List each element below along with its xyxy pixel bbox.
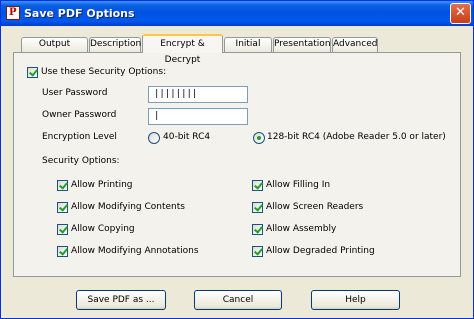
security-options-heading: Security Options: [42,156,120,166]
tab-presentation[interactable]: Presentation [273,37,331,52]
cancel-button[interactable]: Cancel [194,290,282,310]
help-button[interactable]: Help [311,290,400,310]
allow-filling-in-label: Allow Filling In [266,180,331,190]
allow-modifying-contents-label: Allow Modifying Contents [71,202,185,212]
allow-assembly-checkbox[interactable] [252,224,263,235]
radio-40-bit-label: 40-bit RC4 [163,132,211,142]
tab-description[interactable]: Description [89,37,141,52]
close-icon[interactable]: ✕ [450,3,471,24]
allow-copying-label: Allow Copying [71,224,135,234]
save-pdf-as-button[interactable]: Save PDF as ... [76,290,166,310]
save-pdf-options-dialog: P Save PDF Options ✕ Output Options Desc… [0,0,474,319]
encryption-level-label: Encryption Level [42,132,117,142]
allow-modifying-annotations-label: Allow Modifying Annotations [71,246,199,256]
radio-128-bit[interactable] [253,132,265,144]
user-password-field[interactable]: |||||||| [148,86,248,103]
allow-copying-checkbox[interactable] [57,224,68,235]
allow-degraded-printing-label: Allow Degraded Printing [266,246,375,256]
allow-screen-readers-label: Allow Screen Readers [266,202,364,212]
allow-printing-label: Allow Printing [71,180,133,190]
allow-printing-checkbox[interactable] [57,180,68,191]
tab-encrypt-decrypt[interactable]: Encrypt & Decrypt [142,34,223,65]
tab-output-options[interactable]: Output Options [21,37,88,62]
use-security-options-checkbox[interactable] [27,67,38,78]
allow-modifying-contents-checkbox[interactable] [57,202,68,213]
use-security-options-label: Use these Security Options: [41,67,167,77]
tab-initial-view[interactable]: Initial View [224,37,272,62]
tab-advanced[interactable]: Advanced [332,37,378,52]
allow-filling-in-checkbox[interactable] [252,180,263,191]
allow-degraded-printing-checkbox[interactable] [252,246,263,257]
pdf-icon: P [6,6,20,20]
allow-modifying-annotations-checkbox[interactable] [57,246,68,257]
owner-password-label: Owner Password [42,110,117,120]
owner-password-field[interactable]: | [148,108,248,125]
title-bar[interactable]: P Save PDF Options ✕ [1,1,473,26]
allow-screen-readers-checkbox[interactable] [252,202,263,213]
window-title: Save PDF Options [24,7,135,20]
user-password-label: User Password [42,88,108,98]
radio-128-bit-label: 128-bit RC4 (Adobe Reader 5.0 or later) [267,132,446,142]
radio-40-bit[interactable] [148,132,160,144]
allow-assembly-label: Allow Assembly [266,224,337,234]
